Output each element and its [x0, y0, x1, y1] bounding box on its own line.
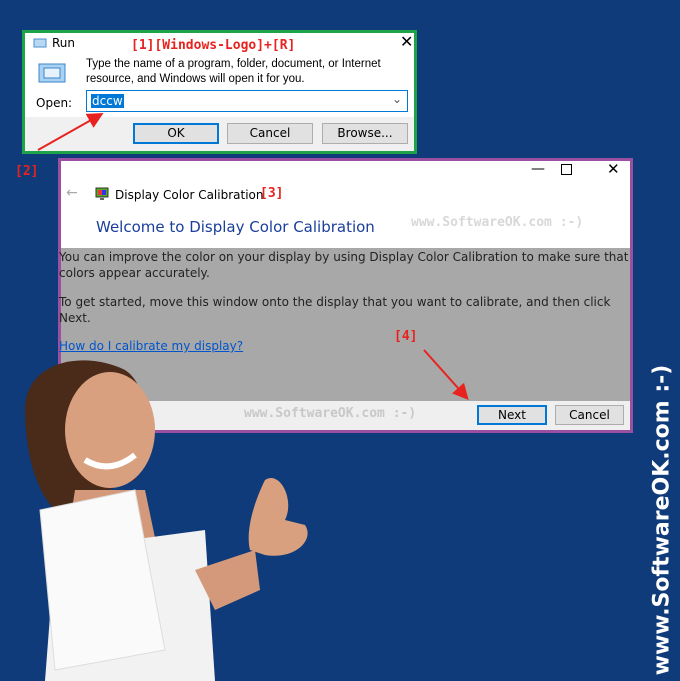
- woman-thumbs-up-image: [25, 360, 308, 681]
- side-watermark: www.SoftwareOK.com :-): [649, 364, 675, 676]
- arrow-to-next: [423, 349, 469, 400]
- arrow-to-input: [37, 113, 104, 151]
